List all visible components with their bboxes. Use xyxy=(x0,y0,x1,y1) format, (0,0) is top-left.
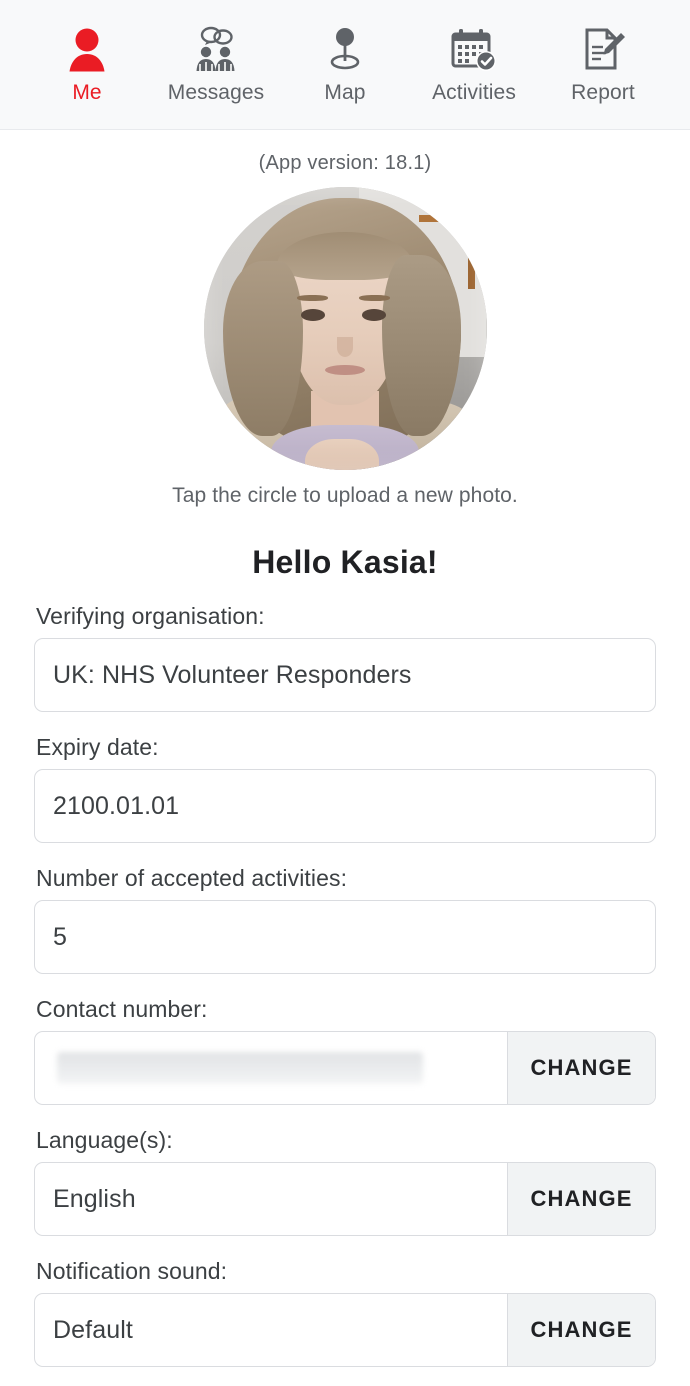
avatar-container xyxy=(0,187,690,470)
field-box[interactable]: Default CHANGE xyxy=(34,1293,656,1367)
person-icon xyxy=(65,22,109,78)
change-notification-sound-button[interactable]: CHANGE xyxy=(507,1294,655,1366)
contact-number-value xyxy=(35,1032,507,1104)
nav-label-map: Map xyxy=(324,81,366,104)
nav-item-activities[interactable]: Activities xyxy=(413,22,535,105)
app-version-text: (App version: 18.1) xyxy=(258,152,432,174)
field-label: Expiry date: xyxy=(36,734,159,760)
field-box[interactable]: UK: NHS Volunteer Responders xyxy=(34,638,656,712)
languages-value: English xyxy=(53,1184,136,1213)
field-expiry-date: Expiry date: 2100.01.01 xyxy=(34,734,656,843)
field-label: Contact number: xyxy=(36,996,208,1022)
page-title: Hello Kasia! xyxy=(252,544,438,580)
field-accepted-activities: Number of accepted activities: 5 xyxy=(34,865,656,974)
field-label: Verifying organisation: xyxy=(36,603,265,629)
field-notification-sound: Notification sound: Default CHANGE xyxy=(34,1258,656,1367)
avatar[interactable] xyxy=(203,187,487,470)
nav-item-report[interactable]: Report xyxy=(542,22,664,105)
field-box[interactable]: English CHANGE xyxy=(34,1162,656,1236)
field-label: Number of accepted activities: xyxy=(36,865,348,891)
field-box[interactable]: CHANGE xyxy=(34,1031,656,1105)
calendar-check-icon xyxy=(448,22,500,78)
nav-label-activities: Activities xyxy=(432,81,516,104)
photo-vignette xyxy=(204,187,487,470)
profile-form: Verifying organisation: UK: NHS Voluntee… xyxy=(0,603,690,1367)
field-languages: Language(s): English CHANGE xyxy=(34,1127,656,1236)
expiry-date-value: 2100.01.01 xyxy=(53,791,180,820)
nav-item-me[interactable]: Me xyxy=(26,22,148,105)
change-contact-number-button[interactable]: CHANGE xyxy=(507,1032,655,1104)
avatar-upload-hint: Tap the circle to upload a new photo. xyxy=(172,484,518,507)
field-box[interactable]: 5 xyxy=(34,900,656,974)
nav-item-messages[interactable]: Messages xyxy=(155,22,277,105)
document-pen-icon xyxy=(579,22,627,78)
verifying-organisation-value: UK: NHS Volunteer Responders xyxy=(53,660,412,689)
nav-label-me: Me xyxy=(72,81,102,104)
nav-label-report: Report xyxy=(571,81,635,104)
field-box[interactable]: 2100.01.01 xyxy=(34,769,656,843)
field-label: Language(s): xyxy=(36,1127,173,1153)
map-pin-icon xyxy=(324,22,366,78)
accepted-activities-value: 5 xyxy=(53,922,68,951)
nav-item-map[interactable]: Map xyxy=(284,22,406,105)
people-chat-icon xyxy=(189,22,243,78)
top-navigation-bar: Me Messages Map Activities Report xyxy=(0,0,690,130)
change-languages-button[interactable]: CHANGE xyxy=(507,1163,655,1235)
field-verifying-organisation: Verifying organisation: UK: NHS Voluntee… xyxy=(34,603,656,712)
redacted-value xyxy=(57,1052,424,1084)
notification-sound-value: Default xyxy=(53,1315,133,1344)
nav-label-messages: Messages xyxy=(167,81,265,104)
field-contact-number: Contact number: CHANGE xyxy=(34,996,656,1105)
field-label: Notification sound: xyxy=(36,1258,228,1284)
